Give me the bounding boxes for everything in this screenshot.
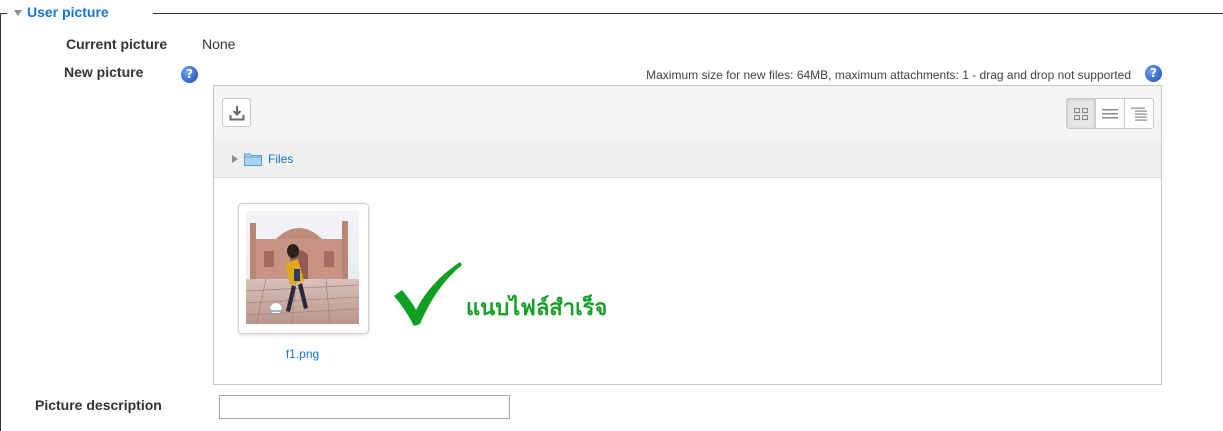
download-icon bbox=[229, 105, 244, 120]
list-view-button[interactable] bbox=[1095, 98, 1125, 129]
legend-title: User picture bbox=[27, 4, 109, 20]
picture-description-input[interactable] bbox=[219, 395, 510, 419]
photo-thumbnail-image bbox=[246, 211, 359, 324]
filemanager-limits-text: Maximum size for new files: 64MB, maximu… bbox=[646, 68, 1131, 82]
caret-right-icon[interactable] bbox=[232, 154, 238, 163]
fieldset-border-top-left bbox=[0, 13, 7, 14]
filemanager-toolbar bbox=[214, 86, 1161, 141]
help-icon[interactable]: ? bbox=[181, 66, 198, 83]
new-picture-label: New picture bbox=[64, 64, 144, 80]
fieldset-border-top-right bbox=[153, 13, 1223, 14]
checkmark-icon bbox=[394, 262, 462, 326]
upload-success-message: แนบไฟล์สำเร็จ bbox=[392, 262, 607, 326]
picture-description-label: Picture description bbox=[35, 397, 162, 413]
current-picture-label: Current picture bbox=[66, 36, 168, 52]
help-icon[interactable]: ? bbox=[1145, 65, 1162, 82]
caret-down-icon bbox=[14, 9, 22, 16]
path-folder-link[interactable]: Files bbox=[268, 152, 293, 166]
file-manager: Files f1.png bbox=[213, 85, 1162, 385]
filemanager-path-bar: Files bbox=[214, 140, 1161, 178]
current-picture-value: None bbox=[202, 36, 236, 52]
upload-success-text: แนบไฟล์สำเร็จ bbox=[466, 295, 608, 321]
icons-view-icon bbox=[1074, 107, 1088, 120]
fieldset-legend-toggle[interactable]: User picture bbox=[14, 4, 109, 20]
add-file-button[interactable] bbox=[222, 98, 251, 127]
file-thumbnail[interactable] bbox=[238, 203, 369, 334]
file-name-link[interactable]: f1.png bbox=[238, 347, 367, 361]
view-switcher bbox=[1066, 98, 1154, 129]
tree-view-button[interactable] bbox=[1124, 98, 1154, 129]
folder-icon bbox=[244, 152, 262, 166]
fieldset-border-left bbox=[0, 13, 1, 431]
list-view-icon bbox=[1102, 108, 1118, 118]
tree-view-icon bbox=[1131, 107, 1147, 121]
icons-view-button[interactable] bbox=[1066, 98, 1096, 129]
